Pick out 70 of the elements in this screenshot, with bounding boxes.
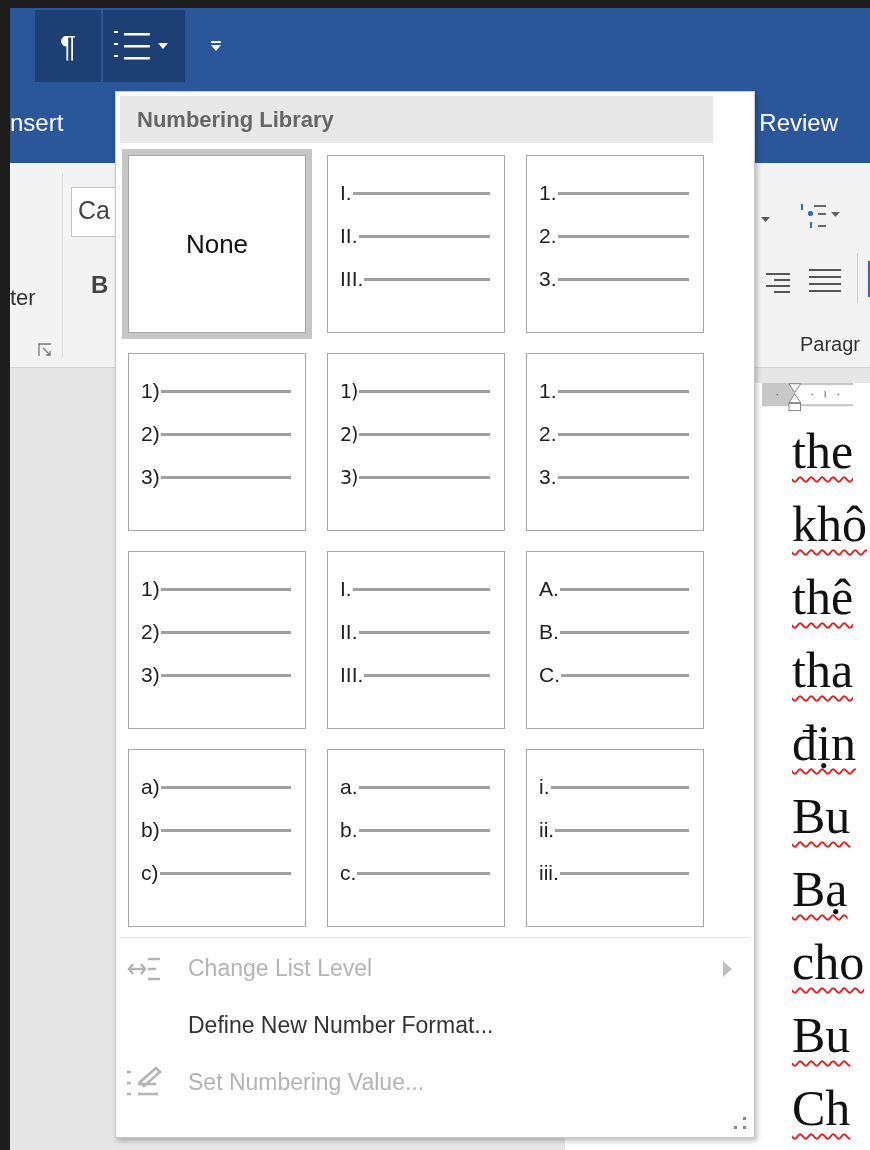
numbering-format-option[interactable]: 1) 2) 3)	[128, 353, 306, 531]
document-text: địn	[792, 714, 857, 773]
numbering-format-option[interactable]: 1. 2. 3.	[526, 155, 704, 333]
list-marker: c.	[340, 860, 357, 885]
list-marker: A.	[539, 576, 559, 601]
menu-item[interactable]: Define New Number Format...	[116, 997, 754, 1054]
list-marker: a)	[141, 774, 160, 799]
document-text: Bu	[792, 787, 852, 846]
ribbon-tab[interactable]: nsert	[10, 108, 64, 137]
document-text: cho	[792, 933, 866, 992]
list-marker: 3.	[539, 464, 557, 489]
numbering-format-option[interactable]: i. ii. iii.	[526, 749, 704, 927]
list-marker: 2)	[141, 619, 160, 644]
document-text: the	[792, 422, 855, 481]
numbering-format-option[interactable]: 1) 2) 3)	[327, 353, 505, 531]
list-marker: C.	[539, 662, 560, 687]
list-marker: I.	[340, 576, 352, 601]
document-text: tha	[792, 641, 855, 700]
numbering-format-option[interactable]: a. b. c.	[327, 749, 505, 927]
numbering-format-option[interactable]: I. II. III.	[327, 551, 505, 729]
list-marker: II.	[340, 619, 358, 644]
numbering-format-option[interactable]: I. II. III.	[327, 155, 505, 333]
submenu-arrow-icon	[723, 960, 732, 977]
align-right-icon[interactable]	[764, 271, 790, 295]
show-marks-button[interactable]: ¶	[35, 10, 101, 82]
list-marker: 3)	[141, 662, 160, 687]
justify-icon[interactable]	[809, 267, 841, 295]
document-text: thê	[792, 568, 855, 627]
numbering-format-option[interactable]: a) b) c)	[128, 749, 306, 927]
resize-grip-icon[interactable]	[734, 1117, 746, 1129]
document-text: Bu	[792, 1006, 852, 1065]
numbering-button[interactable]	[103, 10, 185, 82]
list-marker: 3)	[340, 465, 358, 488]
list-marker: c)	[141, 860, 159, 885]
list-marker: I.	[340, 180, 352, 205]
list-marker: III.	[340, 662, 364, 687]
dialog-launcher-icon[interactable]	[38, 343, 52, 357]
numbering-format-option[interactable]: A. B. C.	[526, 551, 704, 729]
numbering-format-option[interactable]: 1. 2. 3.	[526, 353, 704, 531]
group-label: ter	[10, 285, 37, 311]
list-marker: i.	[539, 774, 550, 799]
list-marker: b)	[141, 817, 160, 842]
numbering-format-option[interactable]: None	[128, 155, 306, 333]
ribbon-tab[interactable]: Review	[759, 108, 838, 137]
document-text: Ch	[792, 1079, 852, 1138]
list-marker: II.	[340, 223, 358, 248]
list-marker: ii.	[539, 817, 555, 842]
group-label: Paragr	[800, 333, 861, 356]
list-marker: 2)	[141, 421, 160, 446]
menu-header: Numbering Library	[120, 96, 713, 143]
bold-button[interactable]: B	[91, 271, 121, 299]
list-marker: b.	[340, 817, 358, 842]
list-marker: a.	[340, 774, 358, 799]
list-marker: 1)	[141, 378, 160, 403]
document-text: Bạ	[792, 860, 849, 919]
list-marker: 1.	[539, 180, 557, 205]
list-marker: 1)	[141, 576, 160, 601]
list-marker: III.	[340, 266, 364, 291]
list-marker: 2.	[539, 223, 557, 248]
list-marker: 3.	[539, 266, 557, 291]
dropdown-icon	[210, 40, 222, 52]
document-text: khô	[792, 495, 868, 554]
list-marker: 2.	[539, 421, 557, 446]
list-marker: iii.	[539, 860, 559, 885]
list-marker: 3)	[141, 464, 160, 489]
list-marker: 1)	[340, 379, 358, 402]
list-marker: 1.	[539, 378, 557, 403]
list-marker: 2)	[340, 422, 358, 445]
numbering-format-option[interactable]: 1) 2) 3)	[128, 551, 306, 729]
list-marker: B.	[539, 619, 559, 644]
